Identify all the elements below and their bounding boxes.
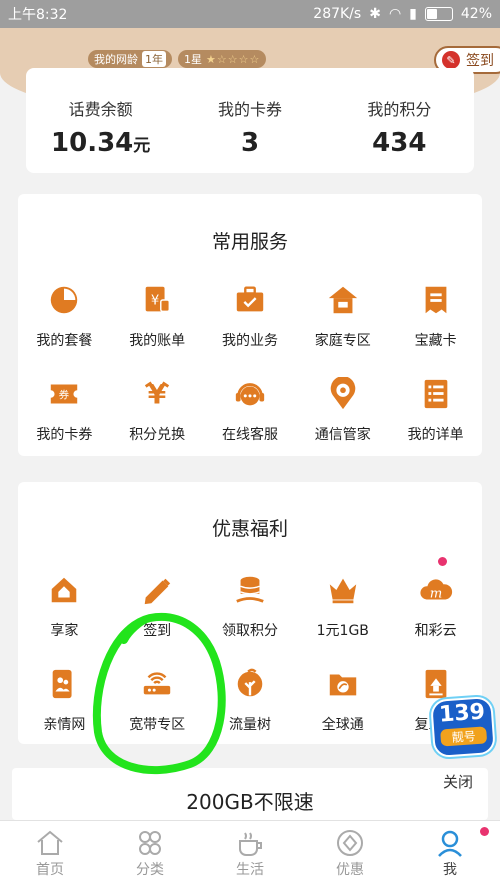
item-label: 和彩云 [414, 623, 457, 639]
benefits-item-3[interactable]: 1元1GB [296, 572, 389, 666]
list-icon [418, 376, 454, 412]
benefits-item-5[interactable]: 亲情网 [18, 666, 111, 760]
item-label: 积分兑换 [129, 427, 186, 443]
notification-dot [480, 827, 489, 836]
item-label: 流量树 [228, 717, 271, 733]
promo-banner[interactable]: 200GB不限速 [12, 768, 488, 820]
bluetooth-icon: ✱ [369, 6, 381, 22]
nav-me[interactable]: 我 [400, 821, 500, 879]
house-icon [46, 572, 82, 608]
item-label: 签到 [143, 623, 172, 639]
status-time: 上午8:32 [8, 7, 68, 23]
pie-chart-icon [46, 282, 82, 318]
section-title: 优惠福利 [211, 518, 288, 540]
location-signal-icon [325, 376, 361, 412]
globe-card-icon [325, 666, 361, 702]
network-age-badge: 我的网龄 1年 [88, 50, 172, 68]
briefcase-icon [232, 282, 268, 318]
item-label: 我的账单 [129, 333, 186, 349]
bottom-nav: 首页 分类 生活 优惠 我 [0, 820, 500, 879]
item-label: 领取积分 [221, 623, 278, 639]
status-bar: 上午8:32 287K/s ✱ ◠ ▮ 42% [0, 0, 500, 28]
section-title: 常用服务 [211, 231, 288, 253]
nav-discount[interactable]: 优惠 [300, 821, 400, 879]
benefits-item-2[interactable]: 领取积分 [204, 572, 297, 666]
home-icon [325, 282, 361, 318]
services-item-4[interactable]: 宝藏卡 [389, 282, 482, 376]
benefits-item-4[interactable]: m 和彩云 [389, 572, 482, 666]
wifi-icon: ◠ [388, 6, 402, 22]
crown-icon [325, 572, 361, 608]
notification-dot [438, 557, 447, 566]
svg-text:m: m [429, 587, 442, 602]
points-item[interactable]: 我的积分 434 [325, 68, 474, 173]
item-label: 家庭专区 [314, 333, 371, 349]
item-label: 我的业务 [221, 333, 278, 349]
benefits-item-8[interactable]: 全球通 [296, 666, 389, 760]
item-label: 我的套餐 [36, 333, 93, 349]
coupon-icon: 券 [46, 376, 82, 412]
item-label: 享家 [50, 623, 79, 639]
item-label: 宝藏卡 [414, 333, 457, 349]
cup-icon [239, 832, 262, 856]
close-float-button[interactable]: 关闭 [443, 771, 473, 792]
item-label: 亲情网 [43, 717, 86, 733]
star-rating-icon: ★☆☆☆☆ [206, 52, 261, 66]
nav-category[interactable]: 分类 [100, 821, 200, 879]
benefits-card: 优惠福利 享家签到领取积分1元1GBm和彩云亲情网宽带专区流量树全球通复工助 [18, 482, 482, 744]
services-item-9[interactable]: 我的详单 [389, 376, 482, 470]
nav-life[interactable]: 生活 [200, 821, 300, 879]
promo-float-button[interactable]: 139 靓号 [428, 694, 498, 760]
account-summary: 话费余额 10.34元 我的卡券 3 我的积分 434 [26, 68, 474, 173]
bill-icon: ¥ [139, 282, 175, 318]
benefits-item-1[interactable]: 签到 [111, 572, 204, 666]
grid-outline-icon [139, 831, 161, 855]
battery-icon [424, 7, 453, 21]
benefits-item-0[interactable]: 享家 [18, 572, 111, 666]
item-label: 宽带专区 [129, 717, 186, 733]
services-item-2[interactable]: 我的业务 [204, 282, 297, 376]
router-icon [139, 666, 175, 702]
family-icon [46, 666, 82, 702]
home-outline-icon [37, 830, 63, 855]
services-item-6[interactable]: ¥ 积分兑换 [111, 376, 204, 470]
cloud-icon: m [418, 572, 454, 608]
services-item-3[interactable]: 家庭专区 [296, 282, 389, 376]
services-card: 常用服务 我的套餐 ¥ 我的账单 我的业务 家庭专区 宝藏卡券我的卡券 ¥ 积分兑换 在线客服 通… [18, 194, 482, 456]
benefits-item-7[interactable]: 流量树 [204, 666, 297, 760]
item-label: 我的卡券 [36, 427, 93, 443]
services-item-7[interactable]: 在线客服 [204, 376, 297, 470]
item-label: 1元1GB [316, 623, 369, 639]
item-label: 我的详单 [407, 427, 464, 443]
card-icon [418, 282, 454, 318]
item-label: 全球通 [321, 717, 364, 733]
profile-icon [438, 830, 462, 857]
svg-text:券: 券 [59, 389, 70, 402]
services-item-8[interactable]: 通信管家 [296, 376, 389, 470]
nav-home[interactable]: 首页 [0, 821, 100, 879]
network-speed: 287K/s [313, 6, 362, 22]
signal-icon: ▮ [409, 6, 417, 22]
item-label: 在线客服 [221, 427, 278, 443]
tree-icon [232, 666, 268, 702]
services-item-1[interactable]: ¥ 我的账单 [111, 282, 204, 376]
pencil-icon [139, 572, 175, 608]
coupon-count-item[interactable]: 我的卡券 3 [175, 68, 324, 173]
item-label: 通信管家 [314, 427, 371, 443]
discount-icon [337, 830, 363, 856]
exchange-icon: ¥ [139, 376, 175, 412]
coins-icon [232, 572, 268, 608]
headset-icon [232, 376, 268, 412]
services-item-5[interactable]: 券我的卡券 [18, 376, 111, 470]
pen-icon: ✎ [442, 51, 460, 69]
svg-text:¥: ¥ [151, 294, 159, 309]
star-level-badge: 1星 ★☆☆☆☆ [178, 50, 267, 68]
benefits-item-6[interactable]: 宽带专区 [111, 666, 204, 760]
battery-level: 42% [460, 6, 492, 22]
services-item-0[interactable]: 我的套餐 [18, 282, 111, 376]
balance-item[interactable]: 话费余额 10.34元 [26, 68, 175, 173]
